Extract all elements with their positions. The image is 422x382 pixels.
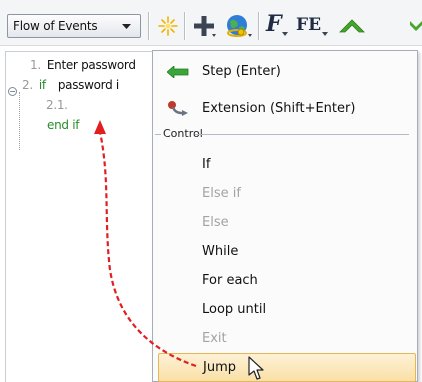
code-line[interactable]: 2. if password i (6, 75, 166, 95)
menu-item-else[interactable]: Else (158, 208, 416, 237)
menu-item-extension[interactable]: Extension (Shift+Enter) (158, 94, 416, 123)
menu-item-while[interactable]: While (158, 237, 416, 266)
menu-item-for-each[interactable]: For each (158, 266, 416, 295)
code-line[interactable]: end if (6, 115, 166, 135)
menu-item-label: Else (202, 215, 229, 230)
group-divider (155, 134, 161, 135)
menu-item-else-if[interactable]: Else if (158, 179, 416, 208)
dropdown-arrow-icon[interactable] (322, 22, 328, 48)
menu-item-label: Jump (203, 360, 236, 375)
menu-item-label: While (202, 244, 239, 259)
menu-item-label: Else if (202, 186, 241, 201)
chevron-down-icon (122, 24, 131, 29)
move-up-icon[interactable] (338, 13, 368, 39)
menu-item-jump[interactable]: Jump (158, 353, 416, 382)
menu-item-label: Loop until (202, 302, 267, 317)
menu-item-label: Exit (202, 331, 227, 346)
menu-item-label: If (202, 157, 211, 172)
toolbar-separator (258, 12, 260, 40)
dropdown-arrow-icon[interactable] (282, 22, 288, 48)
line-keyword: end if (47, 118, 80, 132)
new-item-icon[interactable] (156, 13, 180, 39)
toolbar-separator (148, 12, 150, 40)
code-line[interactable]: 1. Enter password (6, 55, 166, 75)
menu-item-if[interactable]: If (158, 150, 416, 179)
dropdown-value: Flow of Events (13, 19, 98, 33)
line-text: Enter password (46, 58, 136, 72)
menu-item-label: For each (202, 273, 258, 288)
add-icon[interactable] (192, 13, 216, 39)
toolbar: Flow of Events F FE (0, 0, 422, 46)
f-format-label: F (266, 11, 282, 37)
code-line-selected[interactable]: 2.1. (6, 95, 166, 115)
line-number: 2.1. (46, 98, 68, 112)
line-keyword: if (38, 78, 46, 92)
move-down-icon[interactable] (410, 13, 422, 39)
flow-editor-panel[interactable]: − 1. Enter password 2. if password i 2.1… (5, 51, 165, 382)
arrow-left-icon (158, 65, 198, 78)
line-number: 1. (30, 58, 41, 72)
menu-item-label: Step (Enter) (202, 64, 281, 79)
flow-of-events-dropdown[interactable]: Flow of Events (7, 14, 141, 38)
f-format-icon[interactable]: F (266, 11, 282, 37)
menu-item-step[interactable]: Step (Enter) (158, 57, 416, 86)
menu-item-exit[interactable]: Exit (158, 324, 416, 353)
line-number: 2. (22, 78, 33, 92)
fe-format-icon[interactable]: FE (296, 15, 321, 35)
toolbar-separator (184, 12, 186, 40)
extension-icon (158, 100, 198, 118)
group-divider (195, 134, 409, 135)
fe-format-label: FE (296, 15, 322, 35)
line-text: password i (57, 78, 119, 92)
insert-context-menu: Step (Enter) Extension (Shift+Enter) Con… (152, 50, 418, 382)
globe-icon[interactable] (224, 13, 252, 39)
menu-item-loop-until[interactable]: Loop until (158, 295, 416, 324)
menu-item-label: Extension (Shift+Enter) (202, 101, 356, 116)
